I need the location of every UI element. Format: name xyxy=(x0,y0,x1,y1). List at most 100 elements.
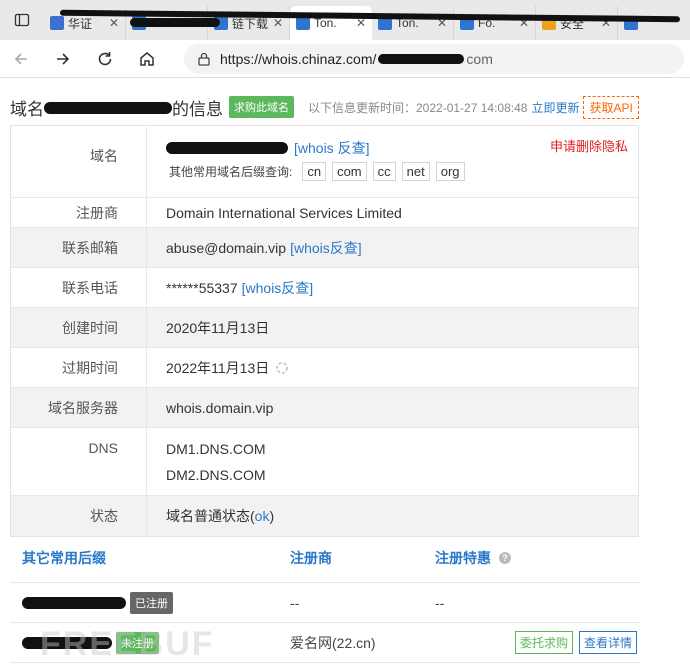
page-title: 域名 的信息 求购此域名 以下信息更新时间：2022-01-27 14:08:4… xyxy=(10,95,639,119)
phone-whois-reverse-link[interactable]: [whois反查] xyxy=(242,278,314,298)
home-icon xyxy=(140,51,154,66)
refresh-spinner-icon[interactable] xyxy=(275,361,289,375)
tab-favicon-icon xyxy=(50,16,64,30)
email-text: abuse@domain.vip xyxy=(166,239,287,256)
update-time: 以下信息更新时间：2022-01-27 14:08:48 xyxy=(308,100,528,115)
browser-toolbar: https://whois.chinaz.com/ com xyxy=(0,40,690,78)
close-tab-icon[interactable]: ✕ xyxy=(273,16,283,30)
browser-tab-7[interactable]: 安全 ✕ xyxy=(536,6,618,40)
label-domain: 域名 xyxy=(11,126,147,197)
other-suffix-line: 其他常用域名后缀查询: cn com cc net org xyxy=(166,162,465,181)
dns-server-2: DM2.DNS.COM xyxy=(166,466,266,483)
browser-window: { "browser": { "tabs": [ {"title": "华证",… xyxy=(0,0,690,672)
lock-icon xyxy=(198,52,210,66)
suffix-chip-org[interactable]: org xyxy=(435,162,465,181)
status-ok-link[interactable]: ok xyxy=(255,508,270,524)
header-registrar: 注册商 xyxy=(290,549,332,566)
whois-info-table: 域名 [whois 反查] 其他常用域名后缀查询: cn com cc net … xyxy=(10,125,639,537)
home-button[interactable] xyxy=(126,40,168,78)
label-status: 状态 xyxy=(11,496,147,536)
expires-text: 2022年11月13日 xyxy=(166,359,270,376)
tab-actions-icon xyxy=(14,13,30,27)
label-email: 联系邮箱 xyxy=(11,228,147,267)
row-status: 状态 域名普通状态( ok ) xyxy=(11,496,638,536)
reload-button[interactable] xyxy=(84,40,126,78)
redaction-mark xyxy=(44,102,172,114)
reload-icon xyxy=(98,51,112,65)
tab-actions-button[interactable] xyxy=(0,0,44,40)
header-offer: 注册特惠 ? xyxy=(435,548,639,568)
delete-privacy-link[interactable]: 申请删除隐私 xyxy=(550,136,628,155)
suffix-chip-com[interactable]: com xyxy=(332,162,367,181)
redaction-mark xyxy=(130,18,220,27)
row-registrar: 注册商 Domain International Services Limite… xyxy=(11,198,638,228)
title-suffix: 的信息 xyxy=(172,99,223,119)
registrar-cell: -- xyxy=(290,594,300,611)
other-suffix-label: 其他常用域名后缀查询: xyxy=(169,165,293,179)
row-phone: 联系电话 ******55337 [whois反查] xyxy=(11,268,638,308)
suffix-chip-cc[interactable]: cc xyxy=(372,162,396,181)
value-expires: 2022年11月13日 xyxy=(147,348,638,387)
redacted-domain xyxy=(44,97,172,117)
update-now-link[interactable]: 立即更新 xyxy=(531,99,579,116)
url-suffix: com xyxy=(466,51,493,67)
registrar-cell: 爱名网(22.cn) xyxy=(290,634,376,651)
get-api-button[interactable]: 获取API xyxy=(583,95,639,119)
value-email: abuse@domain.vip [whois反查] xyxy=(147,228,638,267)
label-nameserver: 域名服务器 xyxy=(11,388,147,427)
label-dns: DNS xyxy=(11,428,147,495)
browser-tab-8[interactable] xyxy=(618,6,690,40)
redaction-mark xyxy=(378,54,465,64)
header-offer-label: 注册特惠 xyxy=(435,549,491,566)
row-nameserver: 域名服务器 whois.domain.vip xyxy=(11,388,638,428)
label-expires: 过期时间 xyxy=(11,348,147,387)
value-status: 域名普通状态( ok ) xyxy=(147,496,638,536)
status-text: 域名普通状态( xyxy=(166,508,255,524)
phone-text: ******55337 xyxy=(166,279,238,296)
view-details-button[interactable]: 查看详情 xyxy=(579,631,638,654)
value-nameserver: whois.domain.vip xyxy=(166,399,274,416)
row-email: 联系邮箱 abuse@domain.vip [whois反查] xyxy=(11,228,638,268)
offer-cell: -- xyxy=(435,594,445,611)
email-whois-reverse-link[interactable]: [whois反查] xyxy=(290,238,362,258)
header-suffix: 其它常用后缀 xyxy=(22,549,106,566)
back-arrow-icon xyxy=(14,52,27,65)
browser-tab-5[interactable]: Ton. ✕ xyxy=(372,6,454,40)
value-dns: DM1.DNS.COM DM2.DNS.COM xyxy=(147,428,638,495)
tab-title: 华证 xyxy=(68,16,93,31)
label-phone: 联系电话 xyxy=(11,268,147,307)
title-prefix: 域名 xyxy=(10,99,44,119)
value-phone: ******55337 [whois反查] xyxy=(147,268,638,307)
row-domain: 域名 [whois 反查] 其他常用域名后缀查询: cn com cc net … xyxy=(11,126,638,198)
suffix-chip-net[interactable]: net xyxy=(401,162,430,181)
table-row: 已注册 -- -- xyxy=(10,583,639,623)
dns-server-1: DM1.DNS.COM xyxy=(166,440,266,457)
label-created: 创建时间 xyxy=(11,308,147,347)
suffix-chip-cn[interactable]: cn xyxy=(302,162,327,181)
forward-button[interactable] xyxy=(42,40,84,78)
offer-cell: 委托求购 查看详情 xyxy=(435,631,639,654)
close-tab-icon[interactable]: ✕ xyxy=(109,16,119,30)
row-dns: DNS DM1.DNS.COM DM2.DNS.COM xyxy=(11,428,638,496)
buy-domain-button[interactable]: 求购此域名 xyxy=(229,96,294,118)
label-registrar: 注册商 xyxy=(11,198,147,227)
registered-badge: 已注册 xyxy=(130,591,173,614)
browser-tab-active[interactable]: Ton. ✕ xyxy=(290,6,372,40)
url-text: https://whois.chinaz.com/ xyxy=(220,51,377,67)
redaction-mark xyxy=(166,142,288,154)
address-bar[interactable]: https://whois.chinaz.com/ com xyxy=(184,44,684,74)
row-created: 创建时间 2020年11月13日 xyxy=(11,308,638,348)
suffix-table-header: 其它常用后缀 注册商 注册特惠 ? xyxy=(10,533,639,583)
value-domain: [whois 反查] 其他常用域名后缀查询: cn com cc net org… xyxy=(147,126,638,197)
value-registrar: Domain International Services Limited xyxy=(166,204,402,221)
domain-whois-reverse-link[interactable]: [whois 反查] xyxy=(294,138,369,158)
tab-strip: 华证 ✕ ✕ 链下载 ✕ Ton. ✕ Ton. ✕ Fo. ✕ 安全 ✕ xyxy=(0,0,690,40)
back-button[interactable] xyxy=(0,40,42,78)
forward-arrow-icon xyxy=(57,52,70,65)
suffix-cell: 已注册 xyxy=(10,591,290,614)
row-expires: 过期时间 2022年11月13日 xyxy=(11,348,638,388)
status-close: ) xyxy=(269,508,275,524)
help-icon[interactable]: ? xyxy=(499,551,511,564)
entrust-purchase-button[interactable]: 委托求购 xyxy=(515,631,574,654)
browser-tab-6[interactable]: Fo. ✕ xyxy=(454,6,536,40)
